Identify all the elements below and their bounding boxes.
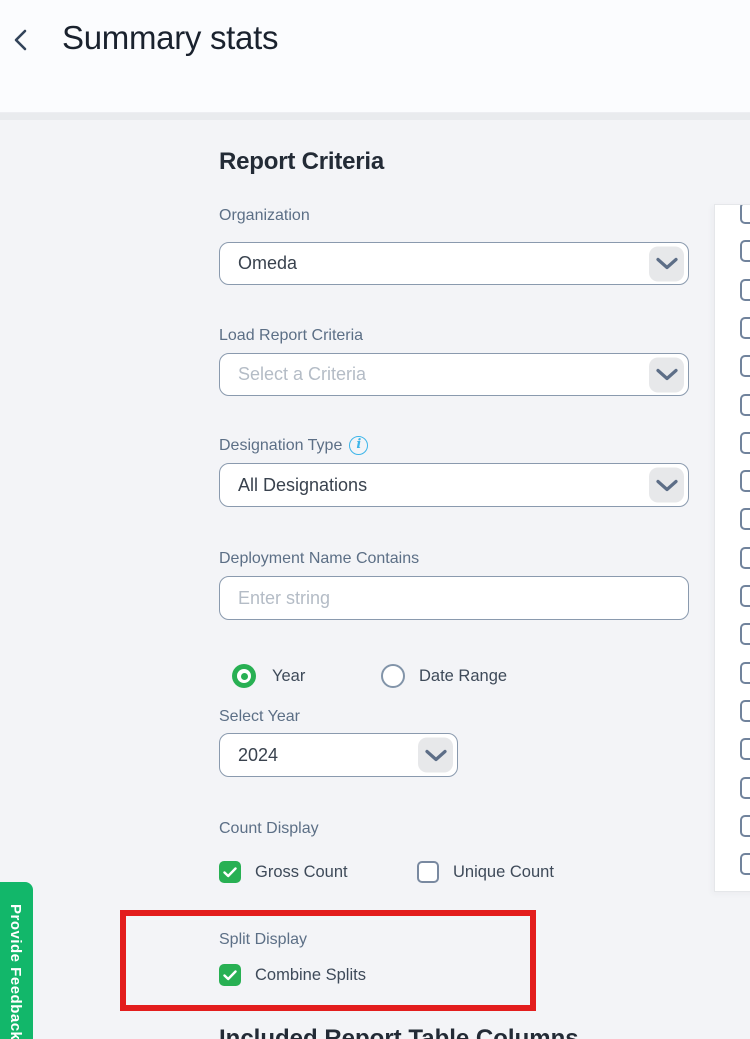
designation-type-label: Designation Type i (219, 436, 368, 455)
page-title: Summary stats (62, 19, 278, 57)
page-header: Summary stats (0, 0, 750, 113)
panel-checkbox[interactable] (740, 585, 750, 607)
select-year-value: 2024 (220, 745, 278, 766)
load-report-criteria-label: Load Report Criteria (219, 327, 363, 345)
gross-count-label: Gross Count (255, 861, 348, 883)
info-icon[interactable]: i (349, 436, 368, 455)
included-report-heading: Included Report Table Columns (219, 1025, 579, 1039)
highlight-annotation-box (120, 910, 536, 1011)
checkbox-combine-splits[interactable] (219, 964, 241, 986)
feedback-tab-label: Provide Feedback (7, 904, 24, 1039)
deployment-name-label: Deployment Name Contains (219, 550, 419, 568)
checkbox-gross-count[interactable] (219, 861, 241, 883)
panel-checkbox[interactable] (740, 508, 750, 530)
load-report-criteria-select[interactable]: Select a Criteria (219, 353, 689, 396)
designation-type-value: All Designations (220, 475, 367, 496)
count-display-label: Count Display (219, 820, 319, 838)
organization-dropdown-button[interactable] (649, 246, 684, 281)
organization-label: Organization (219, 207, 310, 225)
header-divider (0, 113, 750, 120)
organization-select[interactable]: Omeda (219, 242, 689, 285)
panel-checkbox[interactable] (740, 240, 750, 262)
check-icon (223, 867, 237, 878)
deployment-name-input[interactable]: Enter string (219, 576, 689, 620)
radio-date-range-label: Date Range (419, 664, 507, 688)
designation-type-label-text: Designation Type (219, 437, 342, 455)
panel-checkbox[interactable] (740, 738, 750, 760)
load-report-criteria-dropdown-button[interactable] (649, 357, 684, 392)
select-year-select[interactable]: 2024 (219, 733, 458, 777)
panel-checkbox[interactable] (740, 317, 750, 339)
summary-stats-page: Summary stats Report Criteria Organizati… (0, 0, 750, 1039)
unique-count-label: Unique Count (453, 861, 554, 883)
panel-checkbox[interactable] (740, 432, 750, 454)
panel-checkbox[interactable] (740, 547, 750, 569)
select-year-label: Select Year (219, 708, 300, 726)
section-title: Report Criteria (219, 148, 384, 176)
radio-year-label: Year (272, 664, 305, 688)
panel-checkbox[interactable] (740, 662, 750, 684)
organization-value: Omeda (220, 253, 297, 274)
chevron-down-icon (656, 258, 678, 270)
deployment-name-placeholder: Enter string (220, 588, 330, 609)
panel-checkbox[interactable] (740, 394, 750, 416)
chevron-down-icon (425, 749, 447, 761)
split-display-label: Split Display (219, 931, 307, 949)
designation-type-select[interactable]: All Designations (219, 463, 689, 507)
panel-checkbox[interactable] (740, 355, 750, 377)
right-panel (714, 204, 750, 892)
panel-checkbox[interactable] (740, 279, 750, 301)
panel-checkbox[interactable] (740, 204, 750, 224)
panel-checkbox[interactable] (740, 623, 750, 645)
feedback-tab[interactable]: Provide Feedback (0, 882, 33, 1039)
check-icon (223, 970, 237, 981)
combine-splits-label: Combine Splits (255, 964, 366, 986)
panel-checkbox[interactable] (740, 777, 750, 799)
checkbox-unique-count[interactable] (417, 861, 439, 883)
panel-checkbox[interactable] (740, 470, 750, 492)
panel-checkbox[interactable] (740, 853, 750, 875)
chevron-down-icon (656, 479, 678, 491)
chevron-left-icon (12, 28, 28, 52)
radio-year[interactable] (232, 664, 256, 688)
select-year-dropdown-button[interactable] (418, 738, 453, 773)
designation-type-dropdown-button[interactable] (649, 468, 684, 503)
chevron-down-icon (656, 369, 678, 381)
panel-checkbox[interactable] (740, 815, 750, 837)
back-button[interactable] (6, 26, 34, 54)
radio-date-range[interactable] (381, 664, 405, 688)
load-report-criteria-placeholder: Select a Criteria (220, 364, 366, 385)
panel-checkbox[interactable] (740, 700, 750, 722)
